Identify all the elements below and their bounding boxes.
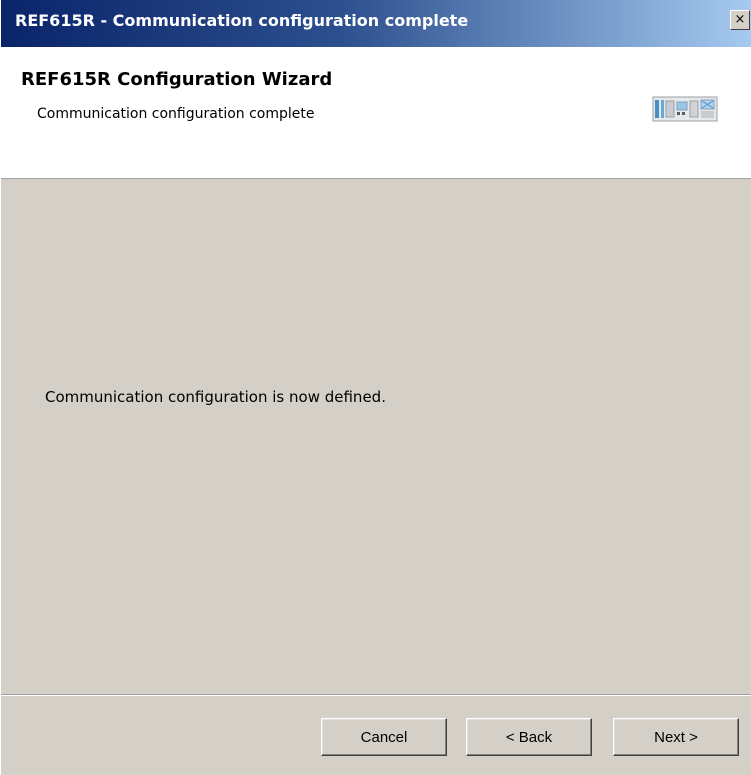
window-title: REF615R - Communication configuration co…: [15, 11, 469, 30]
close-button[interactable]: ×: [730, 10, 750, 30]
cancel-button[interactable]: Cancel: [321, 718, 447, 756]
wizard-title: REF615R Configuration Wizard: [21, 69, 333, 90]
status-message: Communication configuration is now defin…: [45, 388, 386, 406]
title-bar[interactable]: REF615R - Communication configuration co…: [1, 0, 751, 47]
footer-divider: [1, 694, 751, 696]
next-button[interactable]: Next >: [613, 718, 739, 756]
wizard-step-subtitle: Communication configuration complete: [37, 106, 315, 122]
wizard-header: REF615R Configuration Wizard Communicati…: [1, 47, 751, 179]
relay-device-icon: [652, 96, 718, 122]
back-button[interactable]: < Back: [466, 718, 592, 756]
wizard-window: REF615R - Communication configuration co…: [0, 0, 751, 775]
close-icon: ×: [734, 12, 746, 27]
